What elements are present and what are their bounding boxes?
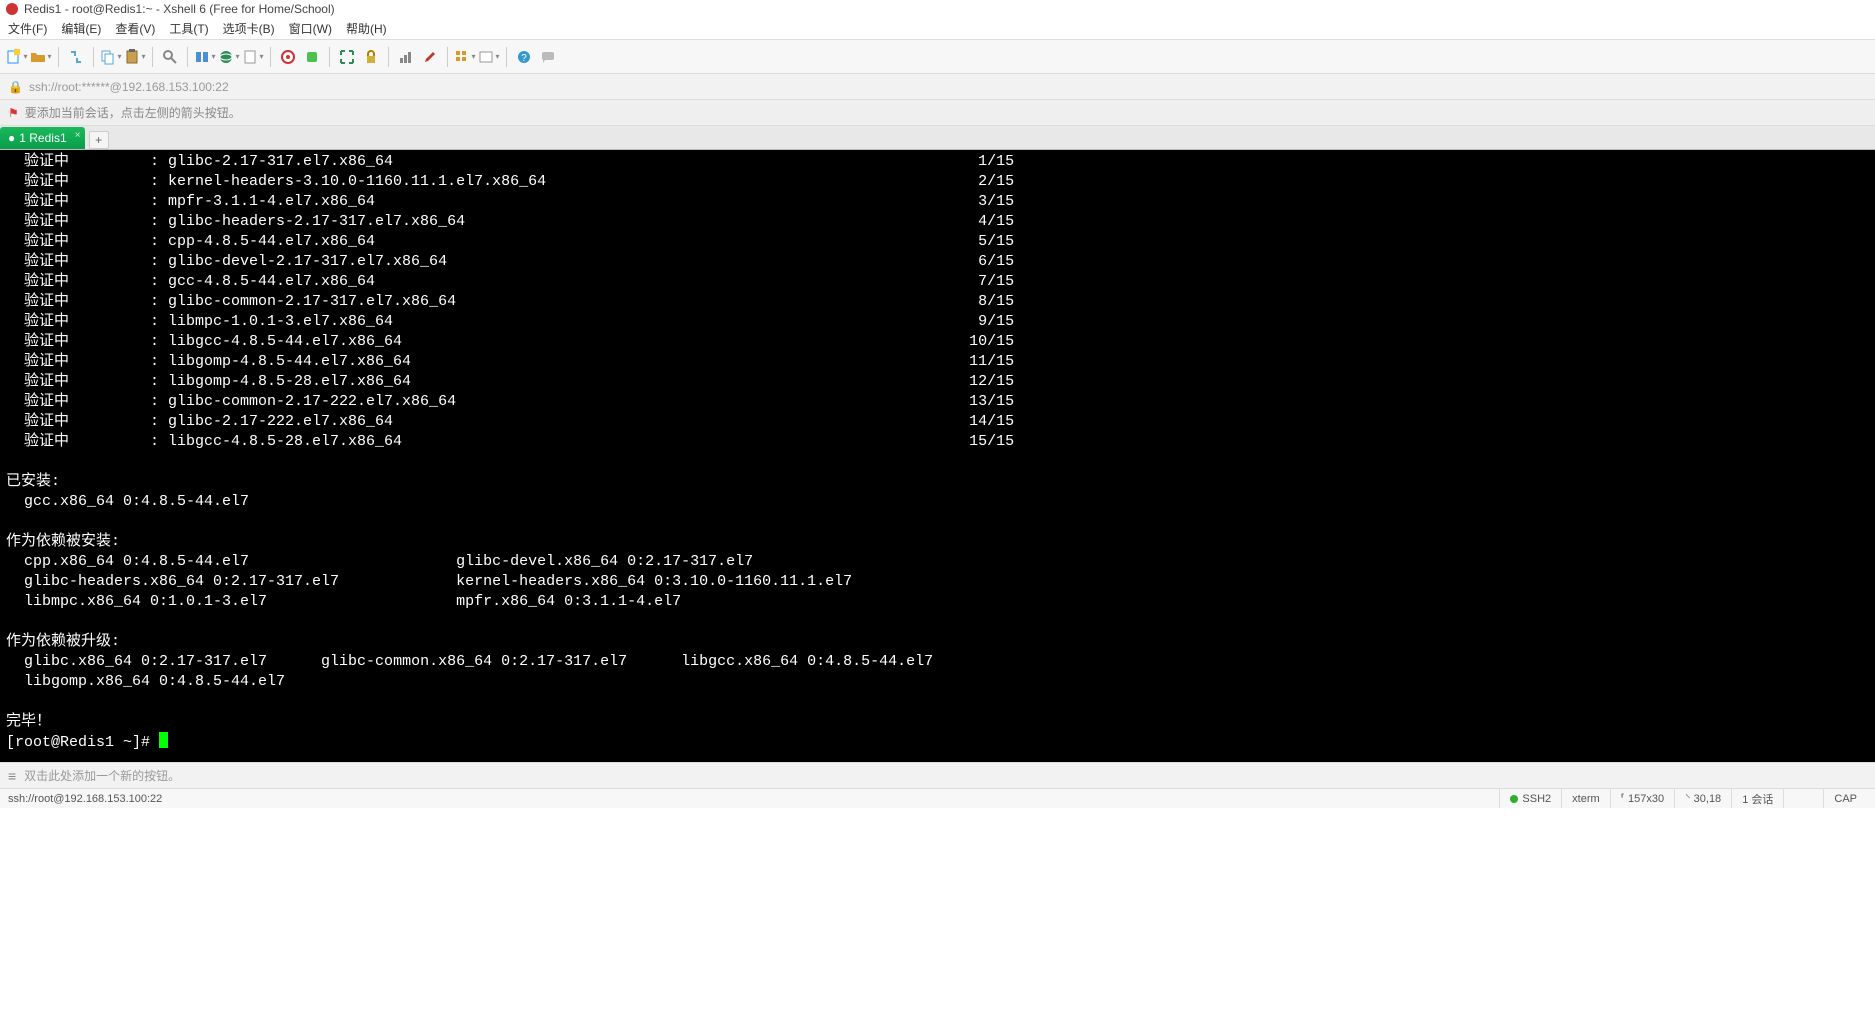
toolbar: ? xyxy=(0,40,1875,74)
hint-text: 要添加当前会话，点击左侧的箭头按钮。 xyxy=(25,104,241,121)
status-bar: ssh://root@192.168.153.100:22 SSH2 xterm… xyxy=(0,788,1875,808)
separator xyxy=(447,47,448,67)
svg-text:?: ? xyxy=(521,53,527,64)
tab-bar: ● 1 Redis1 × + xyxy=(0,126,1875,150)
quickbar-hint: 双击此处添加一个新的按钮。 xyxy=(24,767,180,784)
script-button[interactable] xyxy=(242,46,264,68)
titlebar: Redis1 - root@Redis1:~ - Xshell 6 (Free … xyxy=(0,0,1875,18)
app-icon xyxy=(6,3,18,15)
terminal-output[interactable]: 验证中 : glibc-2.17-317.el7.x86_64 1/15 验证中… xyxy=(0,150,1875,762)
menu-file[interactable]: 文件(F) xyxy=(8,20,47,37)
separator xyxy=(388,47,389,67)
help-button[interactable]: ? xyxy=(513,46,535,68)
separator xyxy=(270,47,271,67)
connected-icon xyxy=(1510,795,1518,803)
menu-tools[interactable]: 工具(T) xyxy=(169,20,208,37)
xftp-icon[interactable] xyxy=(277,46,299,68)
xagent-icon[interactable] xyxy=(301,46,323,68)
hint-bar: ⚑ 要添加当前会话，点击左侧的箭头按钮。 xyxy=(0,100,1875,126)
menubar: 文件(F) 编辑(E) 查看(V) 工具(T) 选项卡(B) 窗口(W) 帮助(… xyxy=(0,18,1875,40)
status-sessions: 1 会话 xyxy=(1731,789,1783,808)
separator xyxy=(152,47,153,67)
flag-icon: ⚑ xyxy=(8,106,19,120)
separator xyxy=(187,47,188,67)
highlight-button[interactable] xyxy=(419,46,441,68)
status-connection: ssh://root@192.168.153.100:22 xyxy=(8,793,1499,805)
separator xyxy=(93,47,94,67)
menu-icon[interactable]: ≡ xyxy=(8,768,16,784)
tab-label: 1 Redis1 xyxy=(19,131,66,145)
status-spacer xyxy=(1783,789,1823,808)
paste-button[interactable] xyxy=(124,46,146,68)
address-text: ssh://root:******@192.168.153.100:22 xyxy=(29,80,229,94)
menu-help[interactable]: 帮助(H) xyxy=(346,20,387,37)
open-button[interactable] xyxy=(30,46,52,68)
menu-tabs[interactable]: 选项卡(B) xyxy=(223,20,275,37)
window-title: Redis1 - root@Redis1:~ - Xshell 6 (Free … xyxy=(24,2,335,16)
address-bar[interactable]: 🔒 ssh://root:******@192.168.153.100:22 xyxy=(0,74,1875,100)
apps-button[interactable] xyxy=(454,46,476,68)
status-cap: CAP xyxy=(1823,789,1867,808)
lock-small-icon: 🔒 xyxy=(8,80,23,94)
status-cursor-pos: ⸌ 30,18 xyxy=(1674,789,1731,808)
status-proto: SSH2 xyxy=(1499,789,1561,808)
menu-view[interactable]: 查看(V) xyxy=(115,20,155,37)
search-button[interactable] xyxy=(159,46,181,68)
separator xyxy=(329,47,330,67)
separator xyxy=(506,47,507,67)
status-term-type: xterm xyxy=(1561,789,1610,808)
reconnect-button[interactable] xyxy=(65,46,87,68)
fullscreen-button[interactable] xyxy=(336,46,358,68)
menu-window[interactable]: 窗口(W) xyxy=(289,20,332,37)
new-session-button[interactable] xyxy=(6,46,28,68)
status-size: ⸢ 157x30 xyxy=(1610,789,1674,808)
close-tab-icon[interactable]: × xyxy=(75,130,81,141)
lock-icon[interactable] xyxy=(360,46,382,68)
separator xyxy=(58,47,59,67)
menu-edit[interactable]: 编辑(E) xyxy=(61,20,101,37)
add-tab-button[interactable]: + xyxy=(89,131,109,149)
chart-button[interactable] xyxy=(395,46,417,68)
settings-button[interactable] xyxy=(478,46,500,68)
transfer-button[interactable] xyxy=(194,46,216,68)
chat-button[interactable] xyxy=(537,46,559,68)
globe-button[interactable] xyxy=(218,46,240,68)
copy-button[interactable] xyxy=(100,46,122,68)
quickbar[interactable]: ≡ 双击此处添加一个新的按钮。 xyxy=(0,762,1875,788)
tab-redis1[interactable]: ● 1 Redis1 × xyxy=(0,127,85,149)
